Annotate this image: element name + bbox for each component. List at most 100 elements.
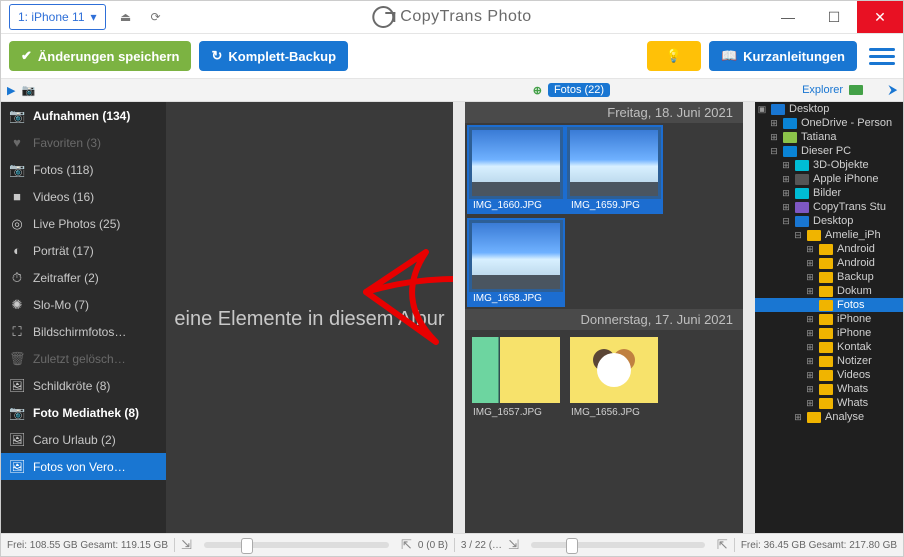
tree-item[interactable]: ⊟Desktop [755,214,903,228]
tree-twisty-icon[interactable]: ⊟ [781,216,791,227]
tree-item[interactable]: ⊞iPhone [755,312,903,326]
tree-item[interactable]: ⊞ Android [755,256,903,270]
photo-thumb[interactable]: IMG_1657.JPG [469,334,563,419]
sidebar-item-label: Live Photos (25) [33,217,120,231]
tree-twisty-icon[interactable]: ⊞ [781,188,791,199]
explorer-tab[interactable]: Explorer [802,84,843,96]
sb-schildkroete[interactable]: 🖼Schildkröte (8) [1,372,166,399]
tree-item[interactable]: ⊞Dokum [755,284,903,298]
maximize-button[interactable]: ☐ [811,1,857,33]
tree-twisty-icon[interactable]: ⊞ [769,132,779,143]
scrollbar-mid[interactable] [743,102,755,537]
tree-twisty-icon[interactable]: ⊞ [781,174,791,185]
tree-twisty-icon[interactable]: ⊞ [805,286,815,297]
refresh-icon[interactable]: ⟳ [146,7,166,27]
tree-twisty-icon[interactable]: ⊞ [769,118,779,129]
tree-label: Android [837,257,875,269]
eject-icon[interactable]: ⏏ [116,7,136,27]
shrink-icon-r[interactable]: ⇲ [508,537,519,553]
tree-item[interactable]: ⊞Videos [755,368,903,382]
sb-vero[interactable]: 🖼Fotos von Vero… [1,453,166,480]
sb-mediathek[interactable]: 📷Foto Mediathek (8) [1,399,166,426]
zoom-slider-right[interactable] [531,542,705,548]
folder-icon[interactable] [849,85,863,95]
tree-twisty-icon[interactable]: ⊟ [793,230,803,241]
tree-item[interactable]: ⊞iPhone [755,326,903,340]
tree-twisty-icon[interactable]: ⊞ [805,342,815,353]
tree-twisty-icon[interactable]: ⊞ [805,314,815,325]
tree-item[interactable]: ⊞Tatiana [755,130,903,144]
tree-twisty-icon[interactable]: ⊞ [793,412,803,423]
shrink-icon[interactable]: ⇲ [181,537,192,553]
tree-folder-icon [819,328,833,339]
sb-slomo[interactable]: ✺Slo-Mo (7) [1,291,166,318]
tree-item[interactable]: ⊞Notizer [755,354,903,368]
play-icon[interactable]: ▶ [7,84,15,97]
device-dropdown[interactable]: 1: iPhone 11 ▾ [9,4,106,30]
sidebar-item-icon: 🖼 [9,459,25,475]
sb-favoriten[interactable]: ♥Favoriten (3) [1,129,166,156]
tree-item[interactable]: ⊞Whats [755,382,903,396]
tree-item[interactable]: ⊟Amelie_iPh [755,228,903,242]
guides-button[interactable]: 📖Kurzanleitungen [709,41,857,71]
sb-portrait[interactable]: ◐Porträt (17) [1,237,166,264]
sb-aufnahmen[interactable]: 📷Aufnahmen (134) [1,102,166,129]
tree-twisty-icon[interactable]: ⊞ [805,328,815,339]
camera-icon[interactable]: 📷 [21,84,35,97]
close-button[interactable]: ✕ [857,1,903,33]
tree-twisty-icon[interactable]: ▣ [757,104,767,115]
photo-thumb[interactable]: IMG_1659.JPG [567,127,661,212]
tree-item[interactable]: Fotos [755,298,903,312]
photo-thumb[interactable]: IMG_1658.JPG [469,220,563,305]
tree-item[interactable]: ⊟Dieser PC [755,144,903,158]
tree-twisty-icon[interactable]: ⊟ [769,146,779,157]
sb-screenshots[interactable]: ⛶Bildschirmfotos… [1,318,166,345]
tree-item[interactable]: ⊞3D-Objekte [755,158,903,172]
tree-twisty-icon[interactable]: ⊞ [781,202,791,213]
album-dropzone[interactable]: eine Elemente in diesem Albur [166,102,453,537]
photo-thumb[interactable]: IMG_1660.JPG [469,127,563,212]
sb-caro[interactable]: 🖼Caro Urlaub (2) [1,426,166,453]
sb-videos[interactable]: ■Videos (16) [1,183,166,210]
sb-fotos[interactable]: 📷Fotos (118) [1,156,166,183]
tree-twisty-icon[interactable]: ⊞ [805,384,815,395]
tree-item[interactable]: ⊞Android [755,242,903,256]
app-title: CopyTrans Photo [372,6,531,28]
tree-twisty-icon[interactable]: ⊞ [781,160,791,171]
tips-button[interactable]: 💡 [647,41,701,71]
tree-item[interactable]: ⊞CopyTrans Stu [755,200,903,214]
thumb-image [469,220,563,292]
tree-item[interactable]: ⊞Whats [755,396,903,410]
sb-livephotos[interactable]: ◎Live Photos (25) [1,210,166,237]
tree-item[interactable]: ⊞Apple iPhone [755,172,903,186]
full-backup-button[interactable]: ↻Komplett-Backup [199,41,348,71]
fotos-tab[interactable]: Fotos (22) [548,83,610,97]
tree-twisty-icon[interactable]: ⊞ [805,272,815,283]
tree-folder-icon [819,272,833,283]
tree-item[interactable]: ⊞Bilder [755,186,903,200]
tree-twisty-icon[interactable]: ⊞ [805,258,815,269]
content-area: 📷Aufnahmen (134)♥Favoriten (3)📷Fotos (11… [1,102,903,537]
add-icon[interactable]: ⊕ [533,84,542,97]
sb-zeitraffer[interactable]: ⏱Zeitraffer (2) [1,264,166,291]
expand-icon-r[interactable]: ⇱ [717,537,728,553]
tree-item[interactable]: ⊞Kontak [755,340,903,354]
tree-item[interactable]: ⊞OneDrive - Person [755,116,903,130]
tree-twisty-icon[interactable]: ⊞ [805,244,815,255]
tree-item[interactable]: ▣Desktop [755,102,903,116]
tree-twisty-icon[interactable]: ⊞ [805,356,815,367]
tree-twisty-icon[interactable]: ⊞ [805,370,815,381]
sb-deleted[interactable]: 🗑Zuletzt gelösch… [1,345,166,372]
tree-item[interactable]: ⊞Backup [755,270,903,284]
status-left: Frei: 108.55 GB Gesamt: 119.15 GB [1,540,174,551]
menu-button[interactable] [869,43,895,69]
tree-item[interactable]: ⊞Analyse [755,410,903,424]
photo-thumb[interactable]: IMG_1656.JPG [567,334,661,419]
minimize-button[interactable]: — [765,1,811,33]
collapse-icon[interactable]: ⮞ [889,84,897,97]
expand-icon[interactable]: ⇱ [401,537,412,553]
zoom-slider-left[interactable] [204,542,389,548]
scrollbar-left[interactable] [453,102,465,537]
save-changes-button[interactable]: ✔Änderungen speichern [9,41,191,71]
tree-twisty-icon[interactable]: ⊞ [805,398,815,409]
